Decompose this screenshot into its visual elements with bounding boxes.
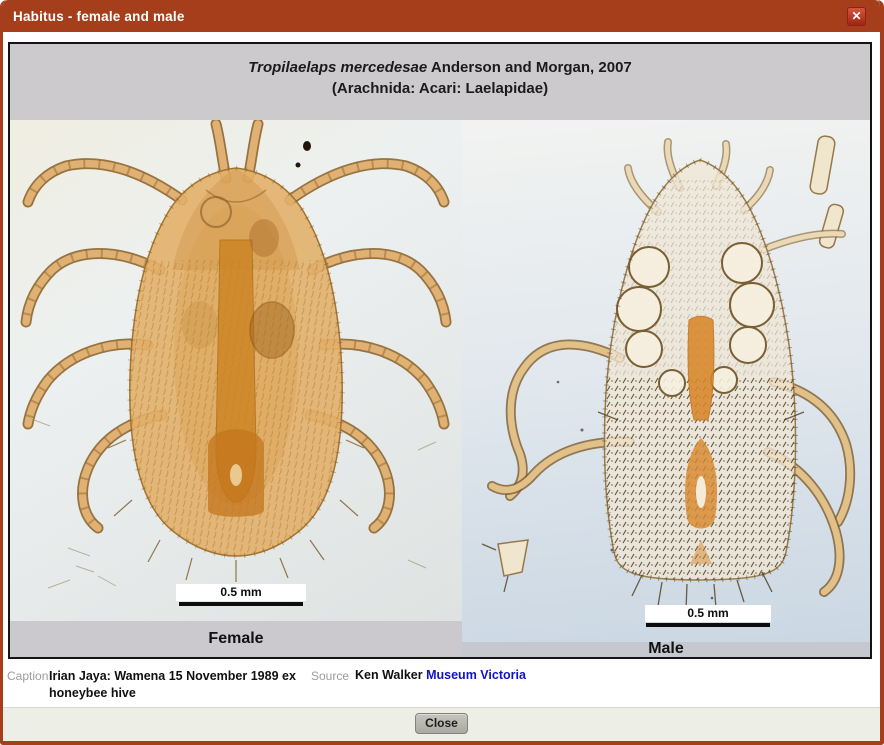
speck [303, 141, 311, 151]
source-author: Ken Walker [355, 668, 423, 682]
male-scale-line [646, 623, 770, 627]
species-authority: Anderson and Morgan, 2007 [431, 59, 632, 76]
species-name: Tropilaelaps mercedesae [248, 59, 427, 76]
dialog-window: Habitus - female and male ✕ Tropilaelaps… [0, 0, 884, 745]
female-label: Female [10, 630, 462, 648]
specimen-figure: Tropilaelaps mercedesae Anderson and Mor… [8, 42, 872, 659]
female-scale-bar: 0.5 mm [176, 584, 306, 606]
close-button[interactable]: Close [415, 713, 468, 734]
source-text: Ken Walker Museum Victoria [355, 668, 526, 682]
dialog-footer: Close [3, 707, 880, 741]
dialog-title: Habitus - female and male [3, 9, 185, 24]
figure-heading: Tropilaelaps mercedesae Anderson and Mor… [10, 44, 870, 120]
female-body [108, 168, 364, 582]
figure-body: 0.5 mm Female [10, 120, 870, 657]
female-label-strip: Female [10, 621, 462, 657]
female-scale-label: 0.5 mm [176, 584, 306, 601]
figure-heading-line2: (Arachnida: Acari: Laelapidae) [10, 78, 870, 99]
male-label-strip: Male [462, 642, 870, 657]
caption-label: Caption [7, 669, 48, 683]
female-specimen-panel: 0.5 mm Female [10, 120, 462, 657]
speck [296, 163, 301, 168]
female-mite-illustration [10, 120, 462, 621]
male-mite-illustration [462, 120, 870, 642]
figure-heading-line1: Tropilaelaps mercedesae Anderson and Mor… [10, 57, 870, 78]
male-label: Male [462, 640, 870, 658]
caption-bar: Caption Irian Jaya: Wamena 15 November 1… [3, 662, 880, 707]
male-scale-label: 0.5 mm [645, 605, 771, 622]
close-icon[interactable]: ✕ [847, 7, 866, 26]
source-link[interactable]: Museum Victoria [426, 668, 526, 682]
source-label: Source [311, 669, 349, 683]
female-scale-line [179, 602, 303, 606]
caption-text: Irian Jaya: Wamena 15 November 1989 ex h… [49, 668, 337, 702]
male-specimen-panel: 0.5 mm Male [462, 120, 870, 657]
dialog-titlebar: Habitus - female and male ✕ [3, 0, 880, 32]
male-body [592, 160, 808, 610]
male-scale-bar: 0.5 mm [645, 605, 771, 627]
